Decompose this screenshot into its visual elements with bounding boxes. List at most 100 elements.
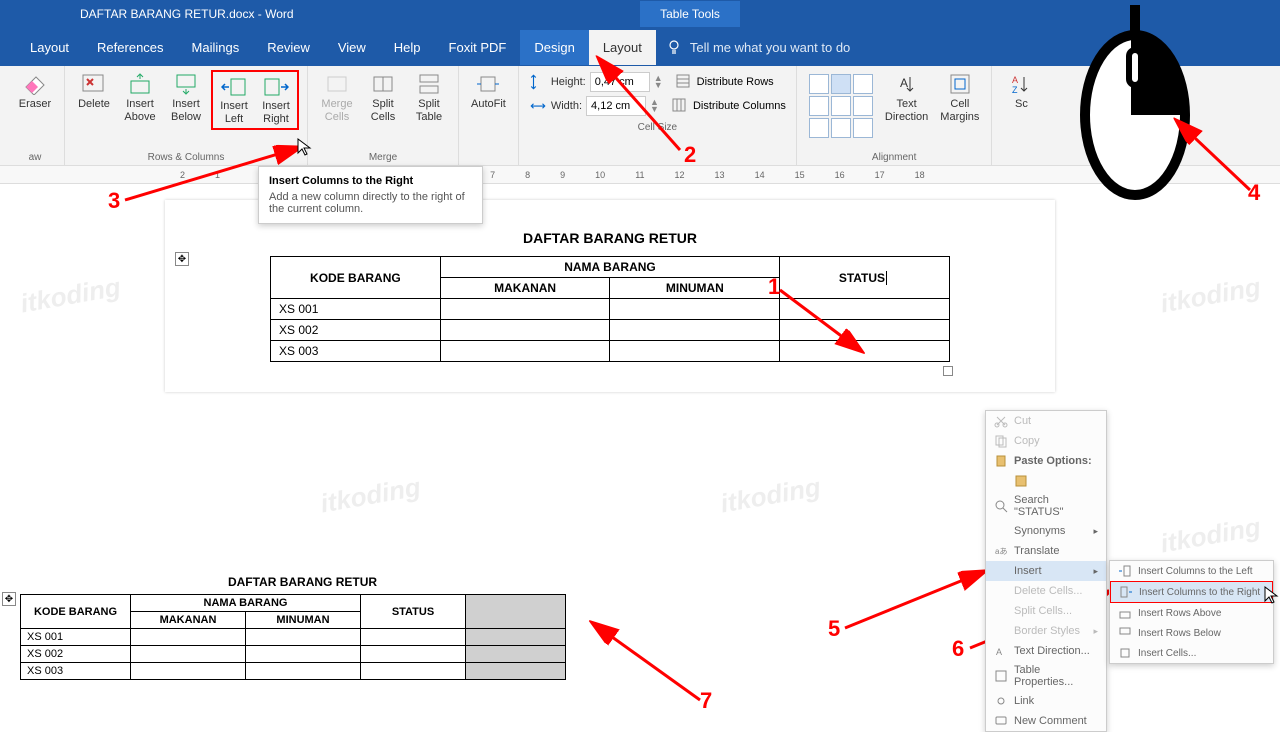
tab-layout[interactable]: Layout [16, 30, 83, 65]
new-column-header[interactable] [466, 595, 566, 629]
width-icon [529, 97, 547, 115]
distribute-rows-icon [675, 73, 693, 91]
insert-right-button[interactable]: Insert Right [255, 72, 297, 128]
insert-above-button[interactable]: Insert Above [119, 70, 161, 126]
header-nama[interactable]: NAMA BARANG [440, 257, 780, 278]
context-tab-label: Table Tools [640, 1, 740, 27]
split-table-button[interactable]: Split Table [408, 70, 450, 126]
ctx-table-properties[interactable]: Table Properties... [986, 661, 1106, 691]
text-dir-icon: A [994, 644, 1008, 658]
width-input[interactable] [586, 96, 646, 116]
svg-text:Z: Z [1012, 85, 1018, 95]
distribute-rows-button[interactable]: Distribute Rows [675, 73, 774, 91]
tooltip-insert-columns-right: Insert Columns to the Right Add a new co… [258, 166, 483, 224]
delete-button[interactable]: Delete [73, 70, 115, 113]
tab-mailings[interactable]: Mailings [178, 30, 254, 65]
insert-cells-icon [1118, 646, 1132, 660]
table-resize-handle[interactable] [943, 366, 953, 376]
eraser-icon [19, 72, 51, 96]
header-kode[interactable]: KODE BARANG [271, 257, 441, 299]
main-table[interactable]: KODE BARANG NAMA BARANG STATUS MAKANAN M… [270, 256, 950, 362]
sub-cols-right[interactable]: Insert Columns to the Right [1110, 581, 1273, 603]
sort-icon: AZ [1005, 72, 1037, 96]
svg-text:aあ: aあ [995, 547, 1007, 556]
split-cells-button[interactable]: Split Cells [362, 70, 404, 126]
sort-button[interactable]: AZ Sc [1000, 70, 1042, 113]
annotation-4: 4 [1248, 180, 1260, 206]
header-status[interactable]: STATUS [780, 257, 950, 299]
eraser-button[interactable]: Eraser [14, 70, 56, 113]
rows-above-icon [1118, 606, 1132, 620]
second-table-move-handle[interactable]: ✥ [2, 592, 16, 606]
sub-insert-cells[interactable]: Insert Cells... [1110, 643, 1273, 663]
tab-references[interactable]: References [83, 30, 177, 65]
search-icon [994, 499, 1008, 513]
header-minuman[interactable]: MINUMAN [610, 278, 780, 299]
rows-below-icon [1118, 626, 1132, 640]
height-icon [529, 73, 547, 91]
insert-below-button[interactable]: Insert Below [165, 70, 207, 126]
svg-text:A: A [900, 76, 908, 90]
table-row[interactable]: XS 003 [271, 341, 441, 362]
ctx-new-comment[interactable]: New Comment [986, 711, 1106, 731]
autofit-button[interactable]: AutoFit [467, 70, 510, 113]
height-label: Height: [551, 76, 586, 88]
second-table[interactable]: KODE BARANG NAMA BARANG STATUS MAKANAN M… [20, 594, 566, 680]
tab-table-layout[interactable]: Layout [589, 30, 656, 65]
sub-cols-left[interactable]: Insert Columns to the Left [1110, 561, 1273, 581]
header-makanan[interactable]: MAKANAN [440, 278, 610, 299]
autofit-icon [472, 72, 504, 96]
text-direction-icon: A [891, 72, 923, 96]
cursor-icon-2 [1264, 586, 1280, 606]
annotation-1: 1 [768, 274, 780, 300]
ctx-insert[interactable]: Insert▸ [986, 561, 1106, 581]
svg-text:A: A [1012, 75, 1018, 85]
cols-right-icon [1119, 585, 1133, 599]
table-move-handle[interactable]: ✥ [175, 252, 189, 266]
cell-margins-button[interactable]: Cell Margins [936, 70, 983, 126]
insert-above-icon [124, 72, 156, 96]
title-sep: - [254, 7, 265, 21]
context-menu[interactable]: Cut Copy Paste Options: Search "STATUS" … [985, 410, 1107, 732]
ctx-synonyms[interactable]: Synonyms▸ [986, 521, 1106, 541]
insert-left-button[interactable]: Insert Left [213, 72, 255, 128]
document-title: DAFTAR BARANG RETUR [195, 230, 1025, 246]
tab-view[interactable]: View [324, 30, 380, 65]
ctx-search[interactable]: Search "STATUS" [986, 491, 1106, 521]
text-direction-button[interactable]: A Text Direction [881, 70, 932, 126]
distribute-columns-button[interactable]: Distribute Columns [671, 97, 786, 115]
document-page[interactable]: DAFTAR BARANG RETUR ✥ KODE BARANG NAMA B… [165, 200, 1055, 392]
sub-rows-above[interactable]: Insert Rows Above [1110, 603, 1273, 623]
ctx-border-styles[interactable]: Border Styles▸ [986, 621, 1106, 641]
sub-rows-below[interactable]: Insert Rows Below [1110, 623, 1273, 643]
ctx-delete-cells[interactable]: Delete Cells... [986, 581, 1106, 601]
delete-table-icon [78, 72, 110, 96]
tab-table-design[interactable]: Design [520, 30, 588, 65]
ctx-link[interactable]: Link [986, 691, 1106, 711]
height-input[interactable] [590, 72, 650, 92]
insert-submenu[interactable]: Insert Columns to the Left Insert Column… [1109, 560, 1274, 664]
ctx-copy: Copy [986, 431, 1106, 451]
ctx-text-direction[interactable]: AText Direction... [986, 641, 1106, 661]
split-table-icon [413, 72, 445, 96]
insert-left-icon [218, 74, 250, 98]
ctx-translate[interactable]: aあTranslate [986, 541, 1106, 561]
insert-right-icon [260, 74, 292, 98]
table-row[interactable]: XS 001 [271, 299, 441, 320]
width-label: Width: [551, 100, 582, 112]
distribute-cols-icon [671, 97, 689, 115]
link-icon [994, 694, 1008, 708]
cut-icon [994, 414, 1008, 428]
ctx-split-cells[interactable]: Split Cells... [986, 601, 1106, 621]
ctx-paste-keep-source[interactable] [986, 471, 1106, 491]
comment-icon [994, 714, 1008, 728]
table-row[interactable]: XS 002 [271, 320, 441, 341]
tab-foxit-pdf[interactable]: Foxit PDF [435, 30, 521, 65]
tab-help[interactable]: Help [380, 30, 435, 65]
alignment-grid[interactable] [805, 70, 877, 142]
translate-icon: aあ [994, 544, 1008, 558]
annotation-2: 2 [684, 142, 696, 168]
tab-review[interactable]: Review [253, 30, 324, 65]
mouse-graphic [1075, 5, 1195, 200]
tell-me-input[interactable]: Tell me what you want to do [690, 40, 850, 55]
